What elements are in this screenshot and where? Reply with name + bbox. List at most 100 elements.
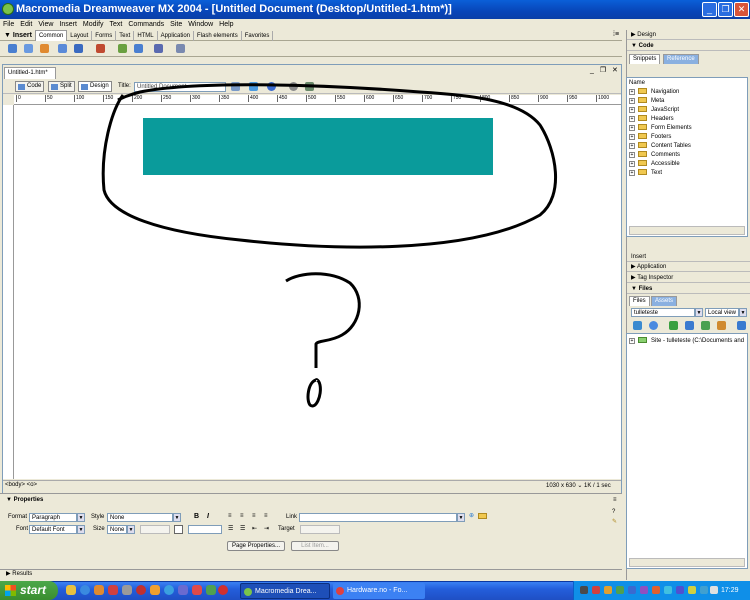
- snippets-name-header[interactable]: Name: [629, 79, 645, 88]
- style-dropdown-arrow[interactable]: ▼: [173, 513, 181, 522]
- align-center-icon[interactable]: ≡: [240, 513, 244, 519]
- tray-icon[interactable]: [700, 586, 708, 594]
- tray-icon[interactable]: [676, 586, 684, 594]
- tray-icon[interactable]: [710, 586, 718, 594]
- put-files-icon[interactable]: [685, 321, 694, 330]
- application-panel-header[interactable]: ▶ Application: [627, 262, 750, 272]
- outdent-icon[interactable]: ⇤: [252, 525, 257, 532]
- taskbar-item-browser[interactable]: Hardware.no - Fo...: [333, 583, 425, 599]
- help-icon[interactable]: ?: [612, 509, 615, 515]
- snippet-folder-comments[interactable]: + Comments: [629, 151, 680, 160]
- taskbar-item-dreamweaver[interactable]: Macromedia Drea...: [240, 583, 330, 599]
- page-properties-button[interactable]: Page Properties...: [227, 541, 285, 551]
- snippet-folder-text[interactable]: + Text: [629, 169, 662, 178]
- link-dropdown-arrow[interactable]: ▼: [457, 513, 465, 522]
- format-label: Format: [8, 514, 28, 520]
- size-dropdown-arrow[interactable]: ▼: [127, 525, 135, 534]
- refresh-files-icon[interactable]: [649, 321, 658, 330]
- snippet-label: Accessible: [651, 161, 680, 167]
- check-in-icon[interactable]: [717, 321, 726, 330]
- view-select[interactable]: Local view: [705, 308, 739, 317]
- quicklaunch-icon[interactable]: [192, 585, 202, 595]
- tray-icon[interactable]: [604, 586, 612, 594]
- indent-icon[interactable]: ⇥: [264, 525, 269, 532]
- insert-snippet-bar[interactable]: Insert: [627, 252, 750, 262]
- justify-icon[interactable]: ≡: [264, 513, 268, 519]
- browse-folder-icon[interactable]: [478, 513, 487, 519]
- link-input[interactable]: [299, 513, 457, 522]
- snippet-folder-navigation[interactable]: + Navigation: [629, 88, 679, 97]
- files-horizontal-scrollbar[interactable]: [629, 558, 745, 567]
- get-files-icon[interactable]: [669, 321, 678, 330]
- snippet-folder-content-tables[interactable]: + Content Tables: [629, 142, 691, 151]
- tab-assets[interactable]: Assets: [651, 296, 678, 306]
- quicklaunch-icon[interactable]: [136, 585, 146, 595]
- italic-button[interactable]: I: [207, 513, 209, 520]
- style-label: Style: [91, 514, 105, 520]
- site-dropdown-arrow[interactable]: ▼: [695, 308, 703, 317]
- files-panel-header[interactable]: ▼ Files: [627, 284, 750, 294]
- list-item-button[interactable]: List Item...: [291, 541, 339, 551]
- tray-icon[interactable]: [616, 586, 624, 594]
- check-out-icon[interactable]: [701, 321, 710, 330]
- quicklaunch-icon[interactable]: [80, 585, 90, 595]
- snippet-folder-headers[interactable]: + Headers: [629, 115, 674, 124]
- results-panel-bar[interactable]: ▶ Results: [0, 569, 622, 579]
- format-dropdown-arrow[interactable]: ▼: [77, 513, 85, 522]
- tab-reference[interactable]: Reference: [663, 54, 699, 64]
- properties-options-icon[interactable]: ≡: [613, 497, 617, 503]
- quicklaunch-icon[interactable]: [218, 585, 228, 595]
- tray-icon[interactable]: [664, 586, 672, 594]
- design-panel-header[interactable]: ▶ Design: [627, 30, 750, 40]
- taskbar-clock[interactable]: 17:29: [721, 581, 739, 600]
- size-select[interactable]: None: [107, 525, 127, 534]
- quicklaunch-icon[interactable]: [122, 585, 132, 595]
- quicklaunch-icon[interactable]: [66, 585, 76, 595]
- code-panel-header[interactable]: ▼ Code: [627, 41, 750, 51]
- quicklaunch-icon[interactable]: [164, 585, 174, 595]
- quicklaunch-icon[interactable]: [108, 585, 118, 595]
- view-dropdown-arrow[interactable]: ▼: [739, 308, 747, 317]
- align-left-icon[interactable]: ≡: [228, 513, 232, 519]
- snippets-horizontal-scrollbar[interactable]: [629, 226, 745, 235]
- snippet-folder-form-elements[interactable]: + Form Elements: [629, 124, 692, 133]
- quick-tag-editor-icon[interactable]: ✎: [612, 518, 617, 525]
- tab-snippets[interactable]: Snippets: [629, 54, 661, 64]
- unordered-list-icon[interactable]: ☰: [228, 525, 233, 532]
- site-root-entry[interactable]: + Site - tulleteste (C:\Documents and: [629, 337, 744, 346]
- quicklaunch-icon[interactable]: [94, 585, 104, 595]
- ordered-list-icon[interactable]: ☰: [240, 525, 245, 532]
- font-dropdown-arrow[interactable]: ▼: [77, 525, 85, 534]
- window-size-info[interactable]: 1030 x 630 ⌄ 1K / 1 sec: [546, 482, 611, 489]
- size-unit-select: [140, 525, 170, 534]
- point-to-file-icon[interactable]: ⊕: [469, 512, 474, 519]
- tray-icon[interactable]: [640, 586, 648, 594]
- align-right-icon[interactable]: ≡: [252, 513, 256, 519]
- tray-icon[interactable]: [652, 586, 660, 594]
- tray-icon[interactable]: [580, 586, 588, 594]
- text-color-swatch[interactable]: [174, 525, 183, 534]
- tag-selector[interactable]: <body> <o>: [5, 482, 37, 488]
- tag-inspector-header[interactable]: ▶ Tag Inspector: [627, 273, 750, 283]
- text-color-input[interactable]: [188, 525, 222, 534]
- connect-icon[interactable]: [633, 321, 642, 330]
- font-select[interactable]: Default Font: [29, 525, 77, 534]
- tray-icon[interactable]: [592, 586, 600, 594]
- properties-title[interactable]: ▼ Properties: [6, 497, 43, 503]
- bold-button[interactable]: B: [194, 513, 199, 520]
- snippet-folder-accessible[interactable]: + Accessible: [629, 160, 680, 169]
- tab-files[interactable]: Files: [629, 296, 650, 306]
- browser-task-icon: [336, 587, 344, 595]
- expand-site-icon[interactable]: [737, 321, 746, 330]
- quicklaunch-icon[interactable]: [150, 585, 160, 595]
- quicklaunch-icon[interactable]: [206, 585, 216, 595]
- snippet-folder-footers[interactable]: + Footers: [629, 133, 671, 142]
- style-select[interactable]: None: [107, 513, 173, 522]
- format-select[interactable]: Paragraph: [29, 513, 77, 522]
- tray-icon[interactable]: [628, 586, 636, 594]
- quicklaunch-icon[interactable]: [178, 585, 188, 595]
- snippet-folder-javascript[interactable]: + JavaScript: [629, 106, 679, 115]
- tray-icon[interactable]: [688, 586, 696, 594]
- site-select[interactable]: tulleteste: [631, 308, 695, 317]
- snippet-folder-meta[interactable]: + Meta: [629, 97, 664, 106]
